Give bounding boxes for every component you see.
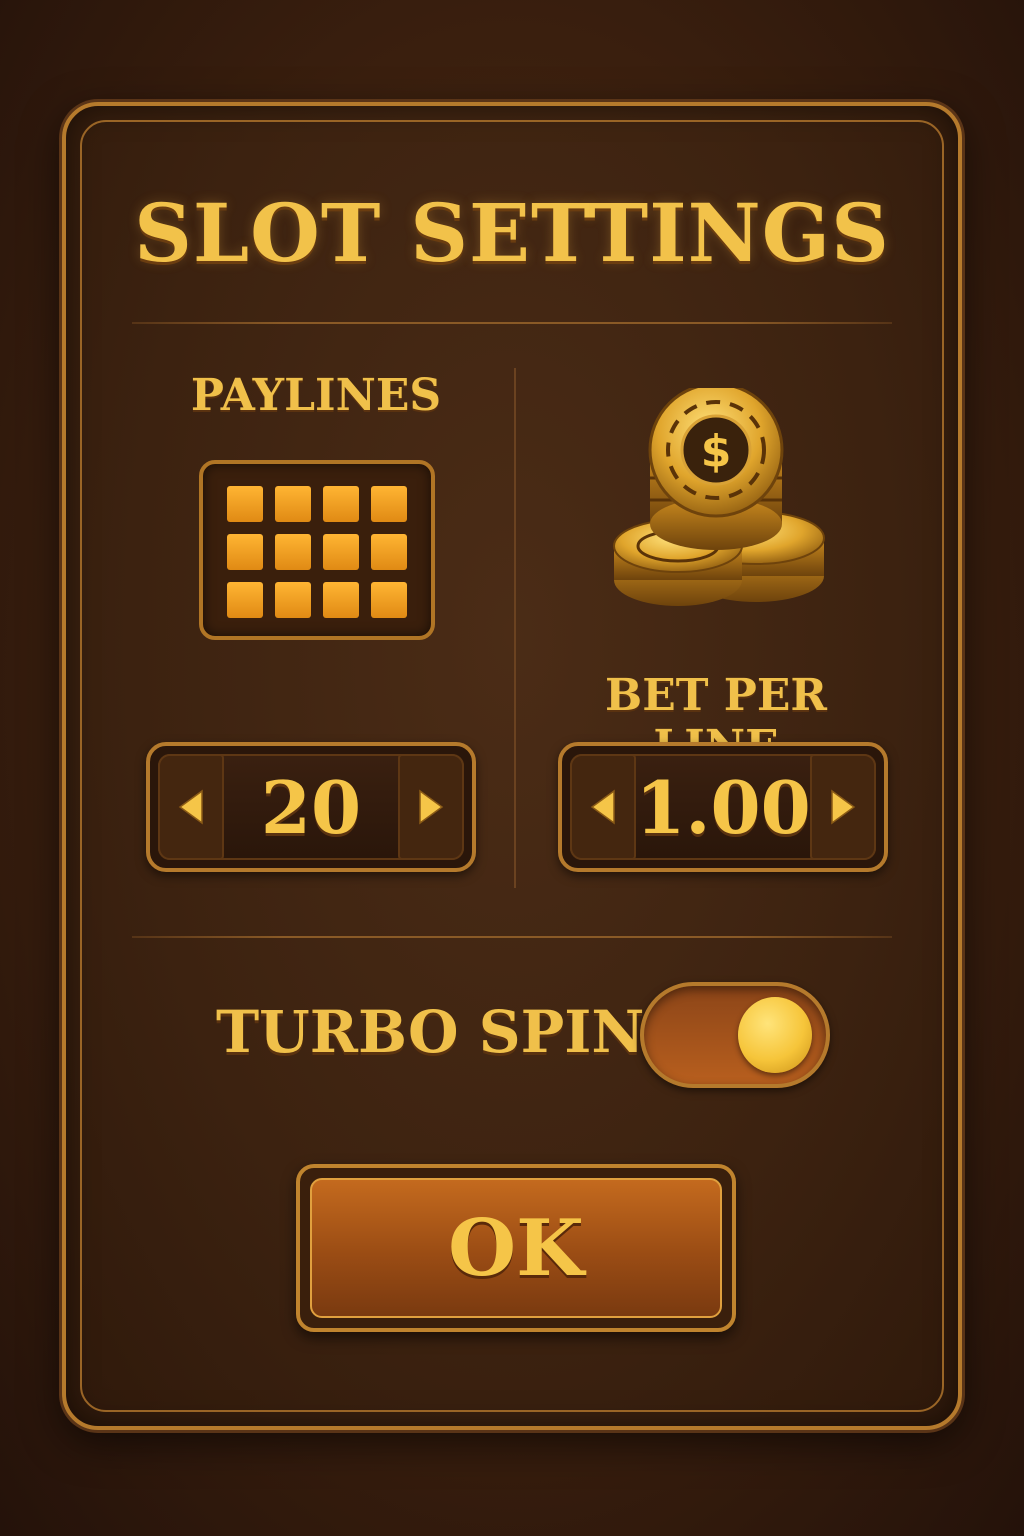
bet-stepper: 1.00: [558, 742, 888, 872]
divider-top: [132, 322, 892, 324]
ok-button-label: OK: [310, 1178, 722, 1318]
bet-increase-button[interactable]: [810, 754, 876, 860]
page-title: SLOT SETTINGS: [134, 186, 890, 280]
arrow-left-icon: [590, 789, 615, 825]
paylines-grid-icon: [199, 460, 435, 640]
turbo-spin-label: TURBO SPIN: [216, 998, 645, 1066]
paylines-increase-button[interactable]: [398, 754, 464, 860]
bet-decrease-button[interactable]: [570, 754, 636, 860]
arrow-left-icon: [178, 789, 203, 825]
arrow-right-icon: [419, 789, 444, 825]
settings-panel: SLOT SETTINGS PAYLINES 20 $ BET PER 1.00…: [62, 102, 962, 1430]
paylines-label: PAYLINES: [190, 370, 442, 421]
bet-value: 1.00: [635, 764, 811, 850]
toggle-knob: [738, 997, 812, 1073]
casino-chips-icon: $: [613, 388, 825, 606]
paylines-value: 20: [260, 764, 362, 850]
divider-vertical: [514, 368, 516, 888]
svg-text:$: $: [701, 426, 732, 477]
turbo-spin-toggle[interactable]: [640, 982, 830, 1088]
ok-button[interactable]: OK: [296, 1164, 736, 1332]
divider-middle: [132, 936, 892, 938]
paylines-stepper: 20: [146, 742, 476, 872]
paylines-decrease-button[interactable]: [158, 754, 224, 860]
arrow-right-icon: [831, 789, 856, 825]
